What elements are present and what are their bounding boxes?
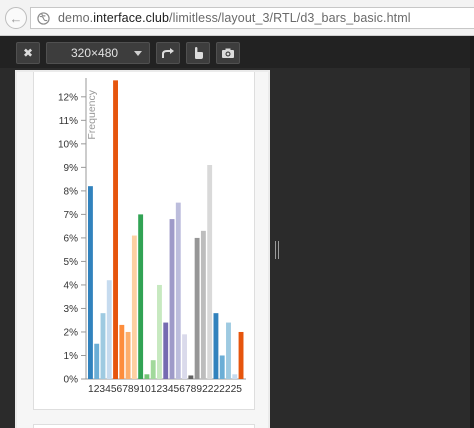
- url-field[interactable]: demo.interface.club/limitless/layout_3/R…: [30, 7, 474, 29]
- viewport-size-select[interactable]: 320×480: [46, 42, 150, 64]
- arrow-left-icon: ←: [9, 10, 23, 26]
- y-tick-label: 9%: [64, 163, 79, 174]
- screenshot-button[interactable]: [216, 42, 240, 64]
- bar: [169, 219, 175, 379]
- y-tick-label: 8%: [64, 186, 79, 197]
- window-edge: [470, 36, 474, 428]
- y-tick-label: 1%: [64, 351, 79, 362]
- bar: [100, 313, 106, 379]
- browser-address-bar: ← demo.interface.club/limitless/layout_3…: [0, 0, 474, 36]
- page-background: 0% 1% 2% 3% 4% 5% 6% 7% 8% 9% 10% 11% 12% Frequency 12…: [17, 72, 268, 428]
- bar: [94, 343, 100, 379]
- y-tick-label: 11%: [59, 116, 78, 127]
- touch-button[interactable]: [186, 42, 210, 64]
- bar: [131, 235, 137, 379]
- responsive-toolbar: ✖ 320×480: [0, 36, 474, 68]
- bar: [119, 324, 125, 379]
- y-tick-label: 12%: [58, 92, 78, 103]
- close-icon: ✖: [22, 46, 34, 60]
- bar: [106, 280, 112, 379]
- touch-icon: [195, 47, 203, 59]
- bar: [157, 284, 162, 379]
- bar: [207, 165, 213, 379]
- next-panel-edge: [33, 424, 255, 428]
- chart-panel: 0% 1% 2% 3% 4% 5% 6% 7% 8% 9% 10% 11% 12% Frequency 12…: [33, 72, 255, 410]
- bar: [219, 355, 225, 379]
- bar-chart: 0% 1% 2% 3% 4% 5% 6% 7% 8% 9% 10% 11% 12% Frequency 12…: [58, 78, 246, 395]
- y-tick-label: 3%: [64, 304, 79, 315]
- x-tick-labels: 123456789101234567892222225: [88, 384, 242, 395]
- rotate-icon: [162, 48, 174, 58]
- bar: [175, 202, 181, 379]
- url-text: demo.interface.club/limitless/layout_3/R…: [58, 11, 411, 25]
- rotate-button[interactable]: [156, 42, 180, 64]
- globe-icon: [37, 11, 50, 25]
- y-tick-label: 10%: [58, 139, 78, 150]
- bar: [144, 374, 150, 379]
- bar: [213, 313, 219, 379]
- bar: [238, 331, 244, 379]
- y-tick-label: 7%: [64, 210, 79, 221]
- y-tick-label: 4%: [64, 280, 79, 291]
- bar: [188, 375, 194, 379]
- size-value: 320×480: [71, 46, 119, 60]
- y-tick-label: 5%: [64, 257, 79, 268]
- grip-icon: [275, 241, 279, 259]
- y-tick-label: 2%: [64, 327, 79, 338]
- chevron-down-icon: [134, 51, 142, 56]
- device-viewport: 0% 1% 2% 3% 4% 5% 6% 7% 8% 9% 10% 11% 12% Frequency 12…: [15, 70, 270, 428]
- bar: [88, 186, 93, 379]
- y-axis-label: Frequency: [86, 89, 98, 139]
- bar: [150, 360, 156, 379]
- bar: [125, 331, 131, 379]
- back-button[interactable]: ←: [5, 7, 27, 29]
- camera-icon: [222, 48, 234, 58]
- bar: [200, 230, 206, 379]
- y-tick-label: 0%: [64, 375, 79, 386]
- bar: [232, 374, 238, 379]
- bar: [182, 334, 188, 379]
- y-tick-label: 6%: [64, 233, 79, 244]
- bar: [194, 237, 200, 379]
- close-button[interactable]: ✖: [16, 42, 40, 64]
- bar: [138, 214, 144, 379]
- bar: [163, 322, 169, 379]
- bar: [226, 322, 231, 379]
- viewport-resize-handle[interactable]: [270, 230, 284, 270]
- bar: [113, 80, 118, 379]
